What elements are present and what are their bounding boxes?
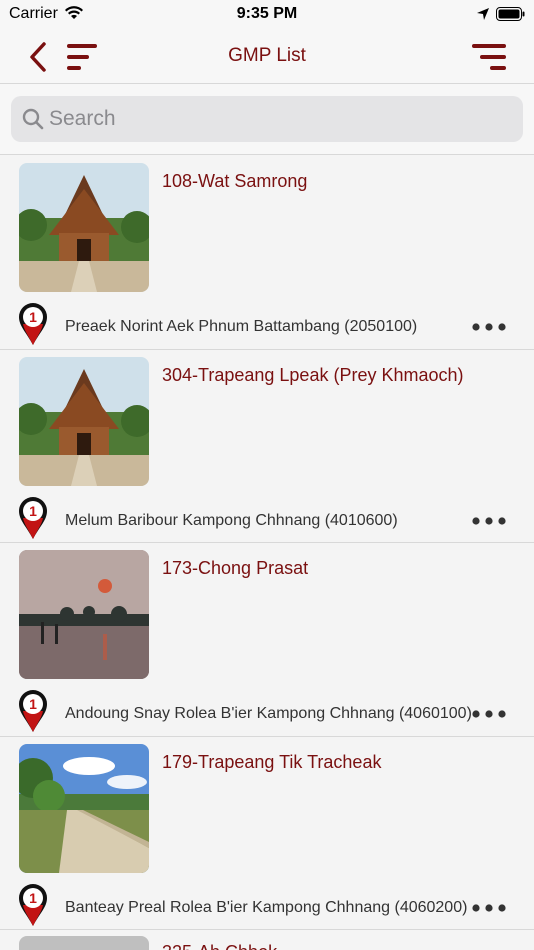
site-thumbnail [19, 743, 149, 873]
site-thumbnail [19, 356, 149, 486]
site-name: 108-Wat Samrong [162, 171, 308, 191]
pin-number: 1 [29, 696, 37, 712]
list-item-partial[interactable]: 325-Ah Chhok [0, 930, 534, 950]
more-dots-icon[interactable] [470, 900, 508, 916]
page-title: GMP List [228, 45, 306, 66]
list-item[interactable]: 173-Chong Prasat 1 Andoung Snay Rolea B'… [0, 543, 534, 737]
site-name: 173-Chong Prasat [162, 558, 309, 578]
site-name: 304-Trapeang Lpeak (Prey Khmaoch) [162, 364, 464, 385]
site-thumbnail [19, 936, 149, 950]
site-location: Melum Baribour Kampong Chhnang (4010600) [65, 511, 398, 529]
location-pin-icon: 1 [18, 302, 48, 351]
list-item[interactable]: 179-Trapeang Tik Tracheak 1 Banteay Prea… [0, 736, 534, 932]
search-field[interactable] [11, 96, 523, 142]
site-location: Preaek Norint Aek Phnum Battambang (2050… [65, 318, 418, 335]
gmp-list: 108-Wat Samrong 1 Preaek Norint Aek Phnu… [0, 156, 534, 930]
search-icon [21, 107, 45, 136]
location-pin-icon: 1 [18, 496, 48, 545]
pin-number: 1 [29, 503, 37, 519]
site-location: Andoung Snay Rolea B'ier Kampong Chhnang… [65, 705, 472, 722]
search-bar [0, 84, 534, 155]
clock: 9:35 PM [236, 5, 298, 22]
location-arrow-icon [476, 7, 490, 26]
more-dots-icon[interactable] [470, 706, 508, 722]
more-dots-icon[interactable] [470, 319, 508, 335]
site-thumbnail [19, 163, 149, 292]
filter-menu-icon[interactable] [470, 43, 508, 71]
search-input[interactable] [49, 96, 509, 142]
list-item[interactable]: 304-Trapeang Lpeak (Prey Khmaoch) 1 Melu… [0, 349, 534, 545]
site-thumbnail [19, 550, 149, 679]
location-pin-icon: 1 [18, 883, 48, 932]
more-dots-icon[interactable] [470, 513, 508, 529]
navigation-bar: GMP List [0, 30, 534, 84]
location-pin-icon: 1 [18, 689, 48, 738]
site-name: 325-Ah Chhok [162, 942, 277, 950]
battery-icon [496, 7, 526, 27]
pin-number: 1 [29, 890, 37, 906]
list-item[interactable]: 108-Wat Samrong 1 Preaek Norint Aek Phnu… [0, 156, 534, 350]
status-bar: Carrier 9:35 PM [0, 0, 534, 30]
site-name: 179-Trapeang Tik Tracheak [162, 751, 382, 772]
pin-number: 1 [29, 309, 37, 325]
site-location: Banteay Preal Rolea B'ier Kampong Chhnan… [65, 898, 468, 916]
